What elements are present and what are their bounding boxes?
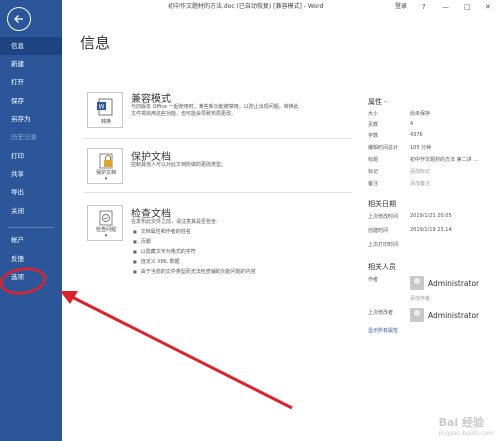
watermark-text: Bai 经验 xyxy=(438,416,485,429)
watermark: Bai 经验 jingyan.baidu.com xyxy=(439,414,494,437)
red-annotation-icon xyxy=(0,267,293,410)
watermark-sub: jingyan.baidu.com xyxy=(438,430,494,437)
